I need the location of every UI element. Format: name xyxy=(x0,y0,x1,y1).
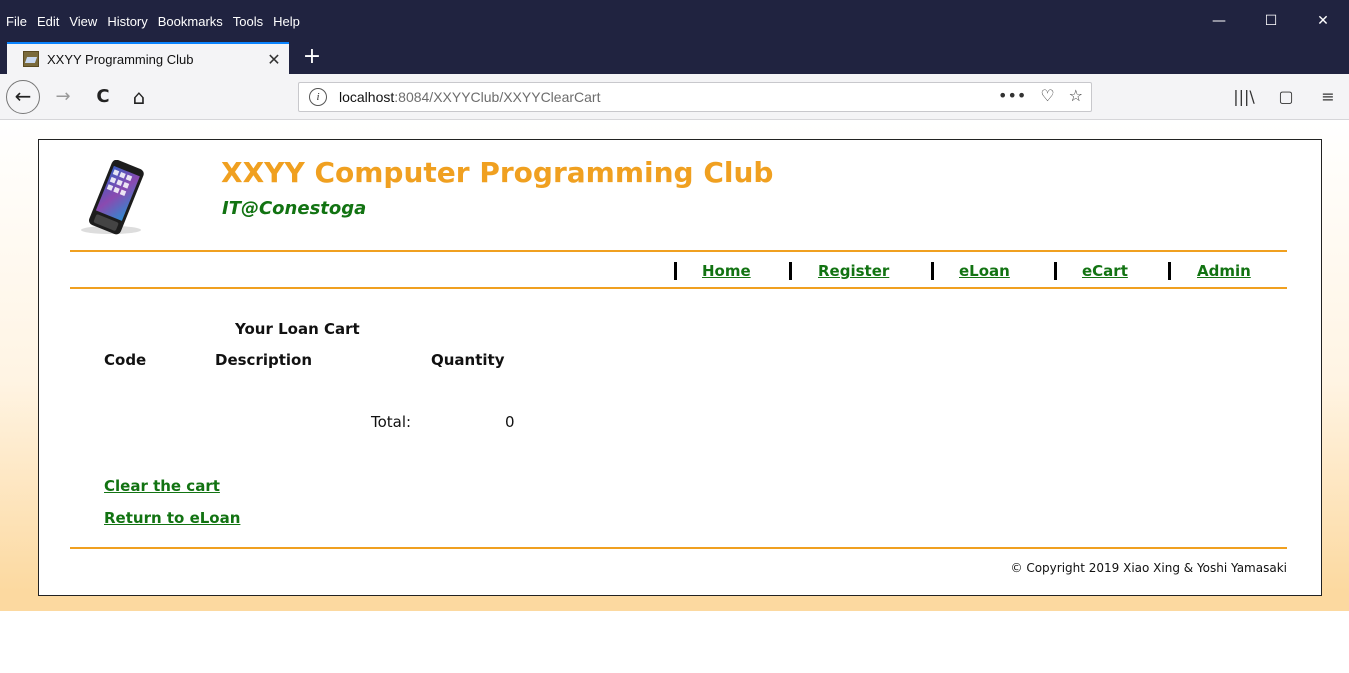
column-header-description: Description xyxy=(215,351,313,369)
forward-button[interactable]: → xyxy=(48,82,78,112)
back-button[interactable]: ← xyxy=(6,80,40,114)
site-nav: Home Register eLoan eCart Admin xyxy=(37,262,1321,284)
new-tab-button[interactable]: + xyxy=(300,46,324,70)
nav-separator xyxy=(674,262,677,280)
hamburger-menu-icon[interactable]: ≡ xyxy=(1307,82,1349,112)
close-window-button[interactable]: ✕ xyxy=(1297,6,1349,36)
url-path: :8084/XXYYClub/XXYYClearCart xyxy=(394,89,601,105)
sidebar-icon[interactable]: ▢ xyxy=(1265,82,1307,112)
nav-separator xyxy=(789,262,792,280)
nav-ecart-label[interactable]: eCart xyxy=(1082,262,1128,280)
clear-cart-link[interactable]: Clear the cart xyxy=(104,477,220,495)
total-value: 0 xyxy=(505,413,515,431)
tab-strip: XXYY Programming Club ✕ + xyxy=(0,42,1349,74)
nav-separator xyxy=(931,262,934,280)
url-bar[interactable]: i localhost:8084/XXYYClub/XXYYClearCart … xyxy=(298,82,1092,112)
page-actions-icon[interactable]: ••• xyxy=(998,86,1026,105)
nav-register-link[interactable]: Register xyxy=(818,262,889,280)
column-header-code: Code xyxy=(104,351,147,369)
url-actions: ••• ♡ ☆ xyxy=(998,86,1083,105)
column-header-quantity: Quantity xyxy=(431,351,505,369)
site-subtitle: IT@Conestoga xyxy=(222,198,367,219)
menu-bookmarks[interactable]: Bookmarks xyxy=(158,14,223,29)
url-text[interactable]: localhost:8084/XXYYClub/XXYYClearCart xyxy=(339,89,600,105)
tab-close-icon[interactable]: ✕ xyxy=(259,50,289,69)
navigation-toolbar: ← → C ⌂ i localhost:8084/XXYYClub/XXYYCl… xyxy=(0,74,1349,120)
page-viewport: XXYY Computer Programming Club IT@Conest… xyxy=(0,121,1349,673)
nav-separator xyxy=(1054,262,1057,280)
site-title: XXYY Computer Programming Club xyxy=(221,156,774,189)
menu-file[interactable]: File xyxy=(6,14,27,29)
library-icon[interactable]: |||\ xyxy=(1223,82,1265,112)
copyright-text: © Copyright 2019 Xiao Xing & Yoshi Yamas… xyxy=(1010,561,1288,575)
menu-history[interactable]: History xyxy=(107,14,147,29)
nav-eloan-link[interactable]: eLoan xyxy=(959,262,1010,280)
maximize-button[interactable]: ☐ xyxy=(1245,6,1297,36)
tab-active[interactable]: XXYY Programming Club ✕ xyxy=(7,42,289,74)
url-host: localhost xyxy=(339,89,395,105)
cart-heading: Your Loan Cart xyxy=(235,320,360,338)
return-to-eloan-link[interactable]: Return to eLoan xyxy=(104,509,240,527)
bookmark-star-icon[interactable]: ☆ xyxy=(1069,86,1083,105)
divider-top xyxy=(70,250,1287,252)
menu-view[interactable]: View xyxy=(69,14,97,29)
menu-tools[interactable]: Tools xyxy=(233,14,263,29)
phone-logo-icon xyxy=(81,160,144,235)
menu-edit[interactable]: Edit xyxy=(37,14,59,29)
total-label: Total: xyxy=(371,413,412,431)
nav-register-label[interactable]: Register xyxy=(818,262,889,280)
nav-admin-link[interactable]: Admin xyxy=(1197,262,1251,280)
divider-footer xyxy=(70,547,1287,549)
pocket-icon[interactable]: ♡ xyxy=(1040,86,1054,105)
reload-button[interactable]: C xyxy=(88,82,118,112)
page-container: XXYY Computer Programming Club IT@Conest… xyxy=(38,139,1322,596)
minimize-button[interactable]: — xyxy=(1193,6,1245,36)
favicon-icon xyxy=(23,51,39,67)
nav-ecart-link[interactable]: eCart xyxy=(1082,262,1128,280)
nav-eloan-label[interactable]: eLoan xyxy=(959,262,1010,280)
menu-bar: File Edit View History Bookmarks Tools H… xyxy=(0,0,1349,42)
toolbar-right: |||\ ▢ ≡ xyxy=(1223,82,1349,112)
menu: File Edit View History Bookmarks Tools H… xyxy=(6,14,300,29)
menu-help[interactable]: Help xyxy=(273,14,300,29)
window-controls: — ☐ ✕ xyxy=(1193,6,1349,36)
info-icon[interactable]: i xyxy=(309,88,327,106)
nav-home-link[interactable]: Home xyxy=(702,262,751,280)
nav-admin-label[interactable]: Admin xyxy=(1197,262,1251,280)
tab-title: XXYY Programming Club xyxy=(47,51,194,67)
divider-nav xyxy=(70,287,1287,289)
home-button[interactable]: ⌂ xyxy=(124,82,154,112)
nav-home-label[interactable]: Home xyxy=(702,262,751,280)
nav-separator xyxy=(1168,262,1171,280)
